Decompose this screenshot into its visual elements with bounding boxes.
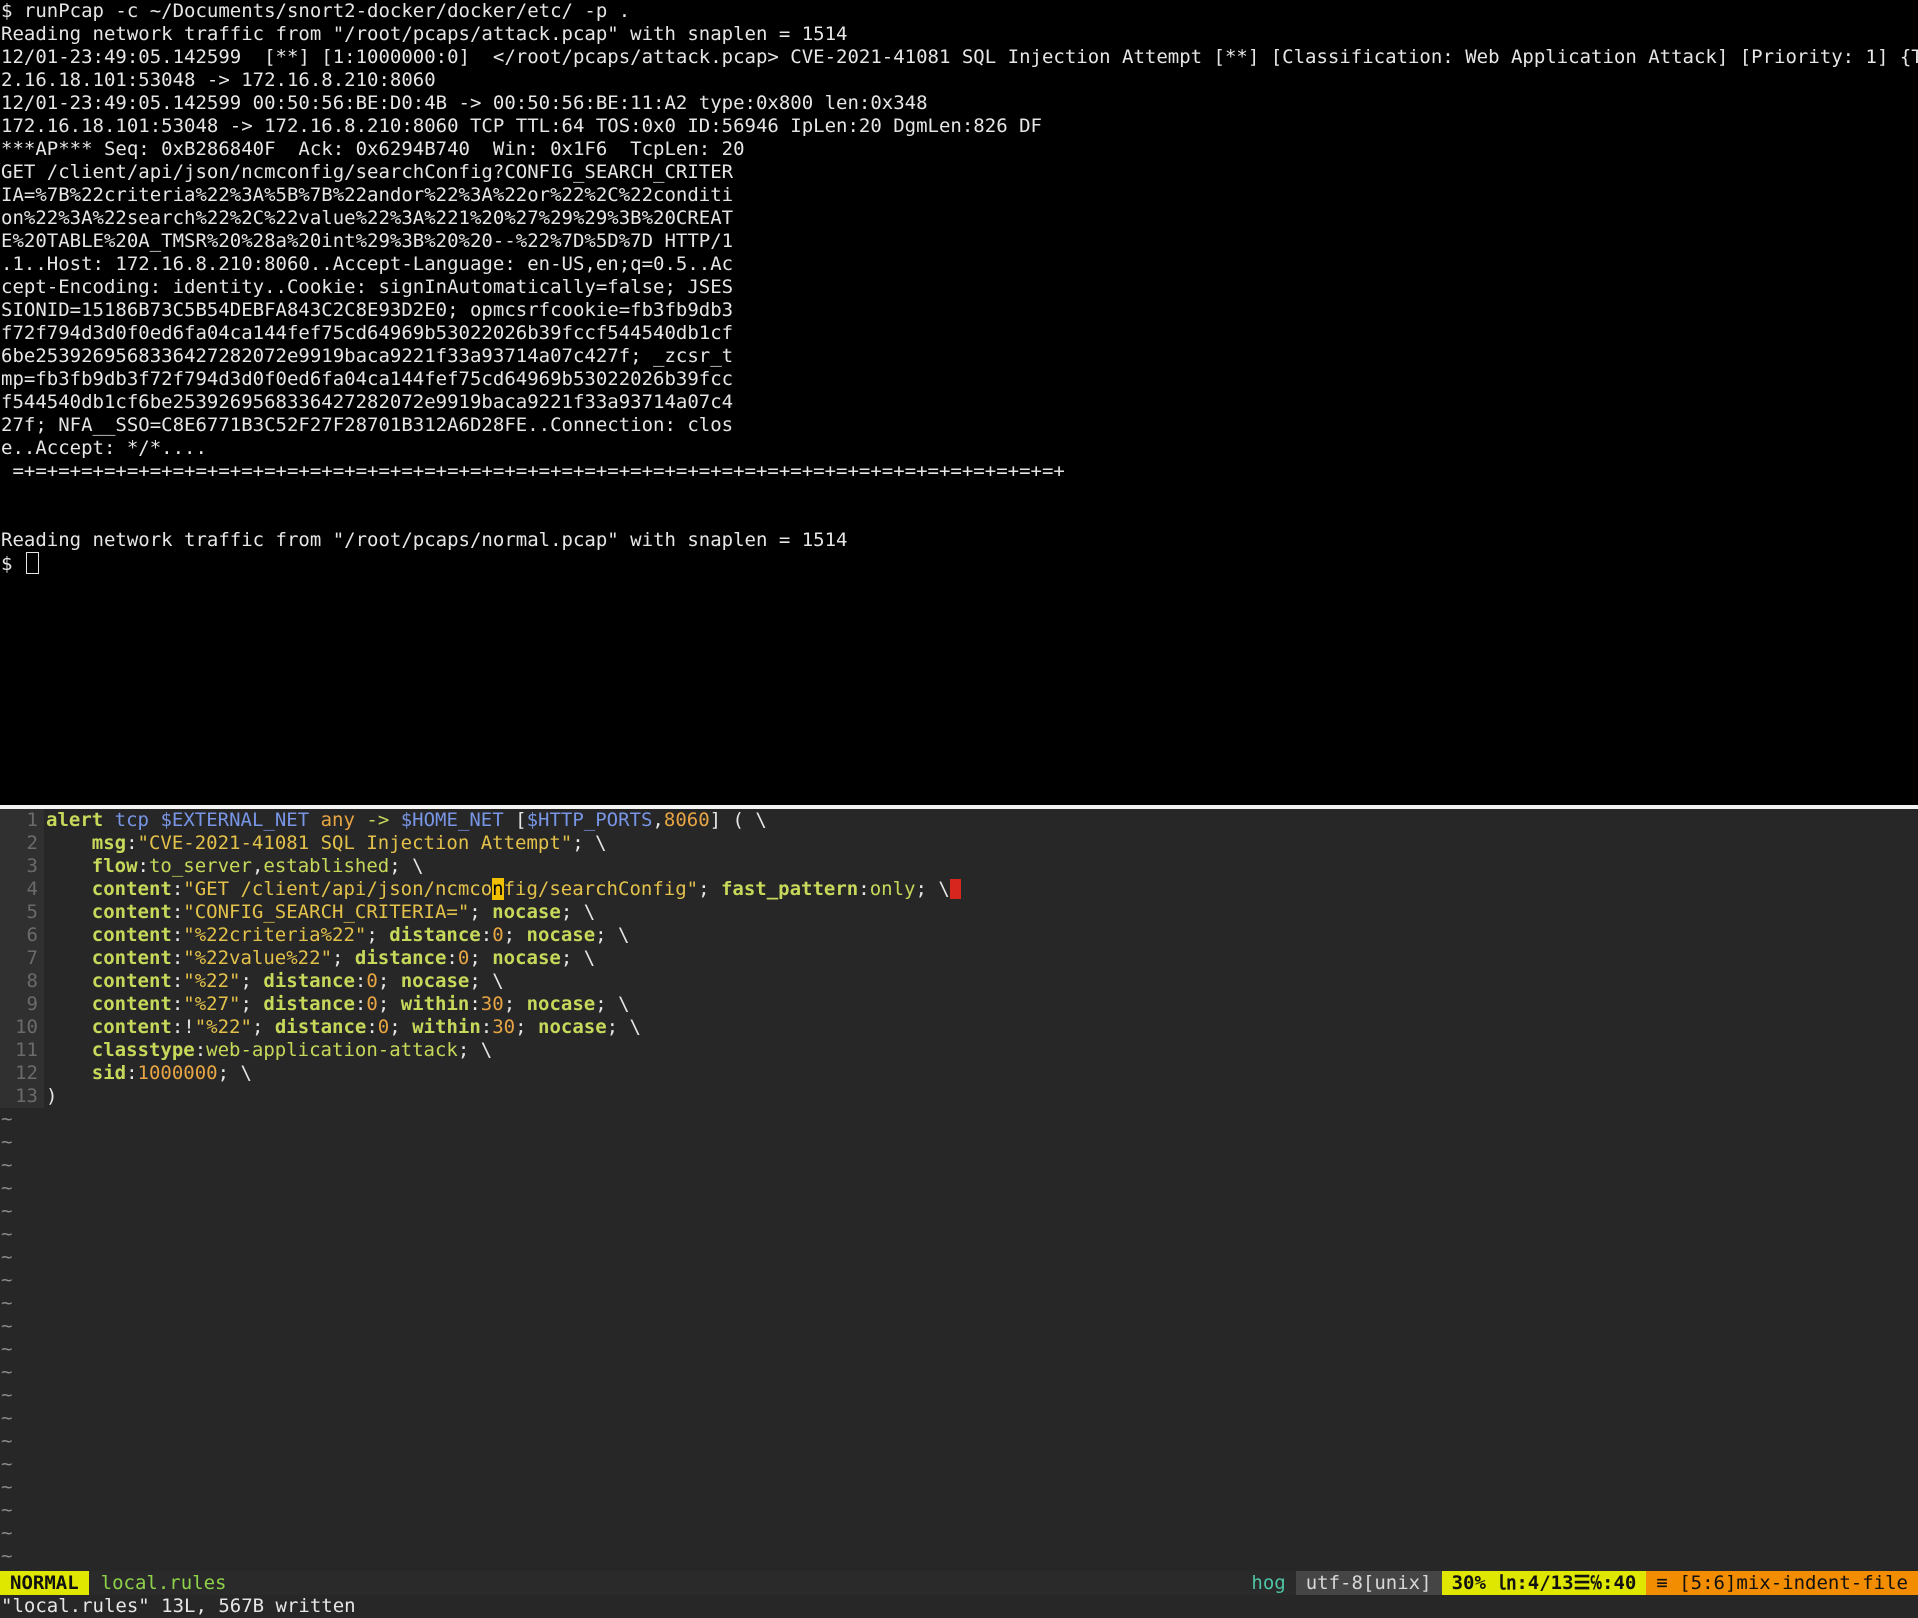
empty-line-tilde: ~ <box>1 1384 13 1406</box>
line-number: 9 <box>0 993 44 1016</box>
terminal-line: cept-Encoding: identity..Cookie: signInA… <box>1 276 734 298</box>
line-number: 12 <box>0 1062 44 1085</box>
code-line[interactable]: 9 content:"%27"; distance:0; within:30; … <box>0 993 1918 1016</box>
empty-line-tilde: ~ <box>1 1430 13 1452</box>
terminal-line: 2.16.18.101:53048 -> 172.16.8.210:8060 <box>1 69 436 91</box>
terminal-pane[interactable]: $ runPcap -c ~/Documents/snort2-docker/d… <box>0 0 1918 805</box>
empty-line-tilde: ~ <box>1 1108 13 1130</box>
code-line[interactable]: 5 content:"CONFIG_SEARCH_CRITERIA="; noc… <box>0 901 1918 924</box>
terminal-line: =+=+=+=+=+=+=+=+=+=+=+=+=+=+=+=+=+=+=+=+… <box>1 460 1065 482</box>
code-line[interactable]: 8 content:"%22"; distance:0; nocase; \ <box>0 970 1918 993</box>
terminal-prompt-line[interactable]: $ <box>0 552 1918 575</box>
empty-line-tilde: ~ <box>1 1200 13 1222</box>
empty-line-tilde: ~ <box>1 1246 13 1268</box>
terminal-line: ***AP*** Seq: 0xB286840F Ack: 0x6294B740… <box>1 138 745 160</box>
empty-line-tilde: ~ <box>1 1338 13 1360</box>
terminal-line: mp=fb3fb9db3f72f794d3d0f0ed6fa04ca144fef… <box>1 368 734 390</box>
line-number: 3 <box>0 855 44 878</box>
code-line[interactable]: 13) <box>0 1085 1918 1108</box>
code-line[interactable]: 4 content:"GET /client/api/json/ncmconfi… <box>0 878 1918 901</box>
line-number: 6 <box>0 924 44 947</box>
vim-statusline: NORMAL local.rules hog utf-8[unix] 30% ㏑… <box>0 1571 1918 1595</box>
empty-line-tilde: ~ <box>1 1407 13 1429</box>
empty-line-tilde: ~ <box>1 1453 13 1475</box>
empty-line-tilde: ~ <box>1 1499 13 1521</box>
line-number: 5 <box>0 901 44 924</box>
empty-line-tilde: ~ <box>1 1545 13 1567</box>
code-line[interactable]: 10 content:!"%22"; distance:0; within:30… <box>0 1016 1918 1039</box>
status-encoding: utf-8[unix] <box>1295 1571 1442 1595</box>
vim-command-line[interactable]: "local.rules" 13L, 567B written <box>0 1595 1918 1618</box>
empty-line-tilde: ~ <box>1 1361 13 1383</box>
terminal-line: e..Accept: */*.... <box>1 437 207 459</box>
terminal-line: $ runPcap -c ~/Documents/snort2-docker/d… <box>1 0 631 22</box>
terminal-line: .1..Host: 172.16.8.210:8060..Accept-Lang… <box>1 253 734 275</box>
empty-buffer-lines: ~ ~ ~ ~ ~ ~ ~ ~ ~ ~ ~ ~ ~ ~ ~ ~ ~ ~ ~ ~ <box>0 1108 1918 1568</box>
empty-line-tilde: ~ <box>1 1177 13 1199</box>
empty-line-tilde: ~ <box>1 1131 13 1153</box>
line-number: 7 <box>0 947 44 970</box>
empty-line-tilde: ~ <box>1 1154 13 1176</box>
terminal-line: E%20TABLE%20A_TMSR%20%28a%20int%29%3B%20… <box>1 230 734 252</box>
trailing-whitespace-marker <box>949 879 961 899</box>
terminal-line: f72f794d3d0f0ed6fa04ca144fef75cd64969b53… <box>1 322 734 344</box>
code-line[interactable]: 1 alert tcp $EXTERNAL_NET any -> $HOME_NE… <box>0 809 1918 832</box>
terminal-line: IA=%7B%22criteria%22%3A%5B%7B%22andor%22… <box>1 184 734 206</box>
terminal-output: $ runPcap -c ~/Documents/snort2-docker/d… <box>0 0 1918 552</box>
status-warning: ≡ [5:6]mix-indent-file <box>1646 1571 1918 1595</box>
code-line[interactable]: 11 classtype:web-application-attack; \ <box>0 1039 1918 1062</box>
prompt: $ <box>1 553 24 575</box>
line-number: 13 <box>0 1085 44 1108</box>
terminal-line: 6be2539269568336427282072e9919baca9221f3… <box>1 345 734 367</box>
empty-line-tilde: ~ <box>1 1315 13 1337</box>
empty-line-tilde: ~ <box>1 1292 13 1314</box>
terminal-line: Reading network traffic from "/root/pcap… <box>1 529 848 551</box>
terminal-line: 27f; NFA__SSO=C8E6771B3C52F27F28701B312A… <box>1 414 734 436</box>
mode-indicator: NORMAL <box>0 1571 89 1595</box>
terminal-line: f544540db1cf6be2539269568336427282072e99… <box>1 391 734 413</box>
empty-line-tilde: ~ <box>1 1476 13 1498</box>
status-host: hog <box>1251 1572 1286 1594</box>
empty-line-tilde: ~ <box>1 1223 13 1245</box>
code-line[interactable]: 12 sid:1000000; \ <box>0 1062 1918 1085</box>
terminal-line: on%22%3A%22search%22%2C%22value%22%3A%22… <box>1 207 734 229</box>
line-number: 10 <box>0 1016 44 1039</box>
status-position: 30% ㏑:4/13☰℅:40 <box>1441 1571 1647 1595</box>
terminal-line: 172.16.18.101:53048 -> 172.16.8.210:8060… <box>1 115 1042 137</box>
empty-line-tilde: ~ <box>1 1522 13 1544</box>
line-number: 8 <box>0 970 44 993</box>
terminal-line: Reading network traffic from "/root/pcap… <box>1 23 848 45</box>
terminal-line: 12/01-23:49:05.142599 [**] [1:1000000:0]… <box>1 46 1918 68</box>
vim-editor[interactable]: 1 alert tcp $EXTERNAL_NET any -> $HOME_NE… <box>0 809 1918 1571</box>
empty-line-tilde: ~ <box>1 1269 13 1291</box>
terminal-cursor <box>25 552 39 574</box>
code-line[interactable]: 3 flow:to_server,established; \ <box>0 855 1918 878</box>
code-line[interactable]: 7 content:"%22value%22"; distance:0; noc… <box>0 947 1918 970</box>
line-number: 4 <box>0 878 44 901</box>
code-line[interactable]: 6 content:"%22criteria%22"; distance:0; … <box>0 924 1918 947</box>
terminal-line: SIONID=15186B73C5B54DEBFA843C2C8E93D2E0;… <box>1 299 734 321</box>
terminal-line: 12/01-23:49:05.142599 00:50:56:BE:D0:4B … <box>1 92 928 114</box>
terminal-line: GET /client/api/json/ncmconfig/searchCon… <box>1 161 734 183</box>
line-number: 2 <box>0 832 44 855</box>
status-filename: local.rules <box>100 1572 227 1594</box>
line-number: 1 <box>0 809 44 832</box>
code-line[interactable]: 2 msg:"CVE-2021-41081 SQL Injection Atte… <box>0 832 1918 855</box>
line-number: 11 <box>0 1039 44 1062</box>
